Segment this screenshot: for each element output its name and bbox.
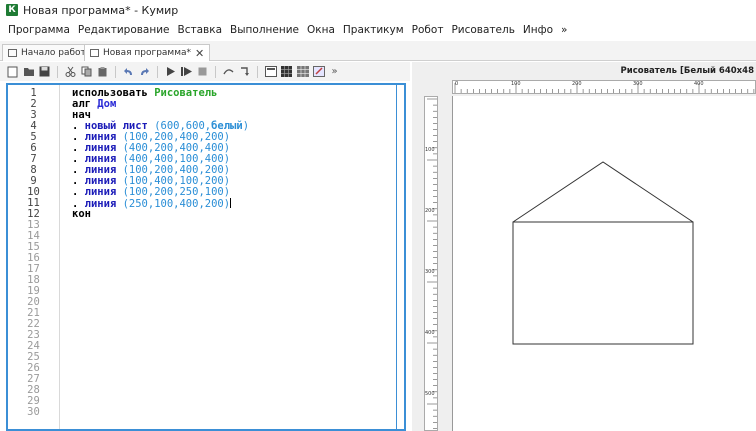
code-line-10: . линия (100,200,250,100) [72, 187, 249, 198]
step-over-icon[interactable] [222, 65, 235, 78]
paste-icon[interactable] [96, 65, 109, 78]
program-icon [90, 49, 99, 57]
code-line-11: . линия (250,100,400,200) [72, 198, 249, 210]
toolbar-more[interactable]: » [328, 65, 341, 78]
line-number-gutter: 1 2 3 4 5 6 7 8 9 10 11 12 13 14 15 16 17 18 19 20 21 22 23 24 2… [8, 85, 60, 429]
vruler-label: 500 [425, 391, 435, 397]
kumir-app-icon: К [6, 4, 18, 16]
hruler-label: 100 [511, 81, 521, 87]
vruler-label: 300 [425, 269, 435, 275]
cut-icon[interactable] [64, 65, 77, 78]
menu-painter[interactable]: Рисователь [447, 24, 518, 36]
step-run-icon[interactable] [180, 65, 193, 78]
menu-bar: Программа Редактирование Вставка Выполне… [0, 20, 756, 39]
undo-icon[interactable] [122, 65, 135, 78]
vruler-label: 400 [425, 330, 435, 336]
tab-new-program[interactable]: Новая программа* ✕ [84, 44, 211, 61]
menu-practicum[interactable]: Практикум [339, 24, 408, 36]
save-icon[interactable] [38, 65, 51, 78]
keyword-end: кон [72, 208, 91, 220]
toolbar: » [0, 62, 410, 81]
menu-more[interactable]: » [557, 24, 571, 36]
stop-icon[interactable] [196, 65, 209, 78]
args: (250,100,400,200) [116, 198, 231, 210]
vruler-label: 200 [425, 208, 435, 214]
menu-robot[interactable]: Робот [408, 24, 448, 36]
menu-insert[interactable]: Вставка [174, 24, 227, 36]
code-area[interactable]: использовать Рисователь алг Дом нач . но… [72, 88, 249, 220]
hruler-label: 400 [694, 81, 704, 87]
dot-prefix: . [72, 186, 85, 198]
painter-title: Рисователь [Белый 640x48 [620, 66, 754, 76]
vruler-label: 100 [425, 147, 435, 153]
house-walls [512, 221, 694, 345]
menu-run[interactable]: Выполнение [226, 24, 303, 36]
menu-info[interactable]: Инфо [519, 24, 557, 36]
run-icon[interactable] [164, 65, 177, 78]
func-line: линия [84, 186, 117, 198]
horizontal-ruler: 0 100 200 300 400 [452, 80, 756, 94]
tab-bar: Начало работы Новая программа* ✕ [0, 41, 756, 61]
menu-edit[interactable]: Редактирование [74, 24, 174, 36]
window-layout-icon[interactable] [264, 65, 277, 78]
house-roof [512, 161, 694, 223]
draw-pencil-icon[interactable] [312, 65, 325, 78]
drawing-canvas[interactable] [452, 96, 756, 431]
new-file-icon[interactable] [6, 65, 19, 78]
hruler-label: 300 [633, 81, 643, 87]
vertical-ruler: 100 200 300 400 500 [424, 96, 438, 431]
hruler-label: 200 [572, 81, 582, 87]
close-icon[interactable]: ✕ [195, 47, 204, 60]
text-cursor [230, 198, 232, 208]
window-title: Новая программа* - Кумир [23, 3, 179, 17]
module-name: Рисователь [154, 87, 218, 99]
editor-scrollbar[interactable] [396, 85, 404, 429]
painter-panel: Рисователь [Белый 640x48 0 100 200 300 4… [412, 62, 756, 431]
toolbar-separator [115, 65, 116, 78]
toolbar-separator [57, 65, 58, 78]
code-line-2: алг Дом [72, 99, 249, 110]
title-bar: К Новая программа* - Кумир [0, 0, 756, 20]
code-line-12: кон [72, 209, 249, 220]
args-close: ) [242, 120, 250, 132]
house-drawing [512, 161, 694, 345]
redo-icon[interactable] [138, 65, 151, 78]
grid-icon[interactable] [280, 65, 293, 78]
toolbar-separator [157, 65, 158, 78]
tab-new-program-label: Новая программа* [103, 48, 192, 58]
copy-icon[interactable] [80, 65, 93, 78]
code-editor[interactable]: 1 2 3 4 5 6 7 8 9 10 11 12 13 14 15 16 17 18 19 20 21 22 23 24 2… [6, 83, 406, 431]
hruler-label: 0 [455, 81, 459, 87]
open-folder-icon[interactable] [22, 65, 35, 78]
painter-grid-icon[interactable] [296, 65, 309, 78]
menu-program[interactable]: Программа [4, 24, 74, 36]
menu-windows[interactable]: Окна [303, 24, 339, 36]
window-icon [8, 49, 17, 57]
tab-start-label: Начало работы [21, 48, 93, 58]
toolbar-separator [215, 65, 216, 78]
line-number: 30 [27, 406, 40, 418]
toolbar-separator [257, 65, 258, 78]
args: (100,200,250,100) [116, 186, 231, 198]
step-into-icon[interactable] [238, 65, 251, 78]
algorithm-name: Дом [97, 98, 117, 110]
